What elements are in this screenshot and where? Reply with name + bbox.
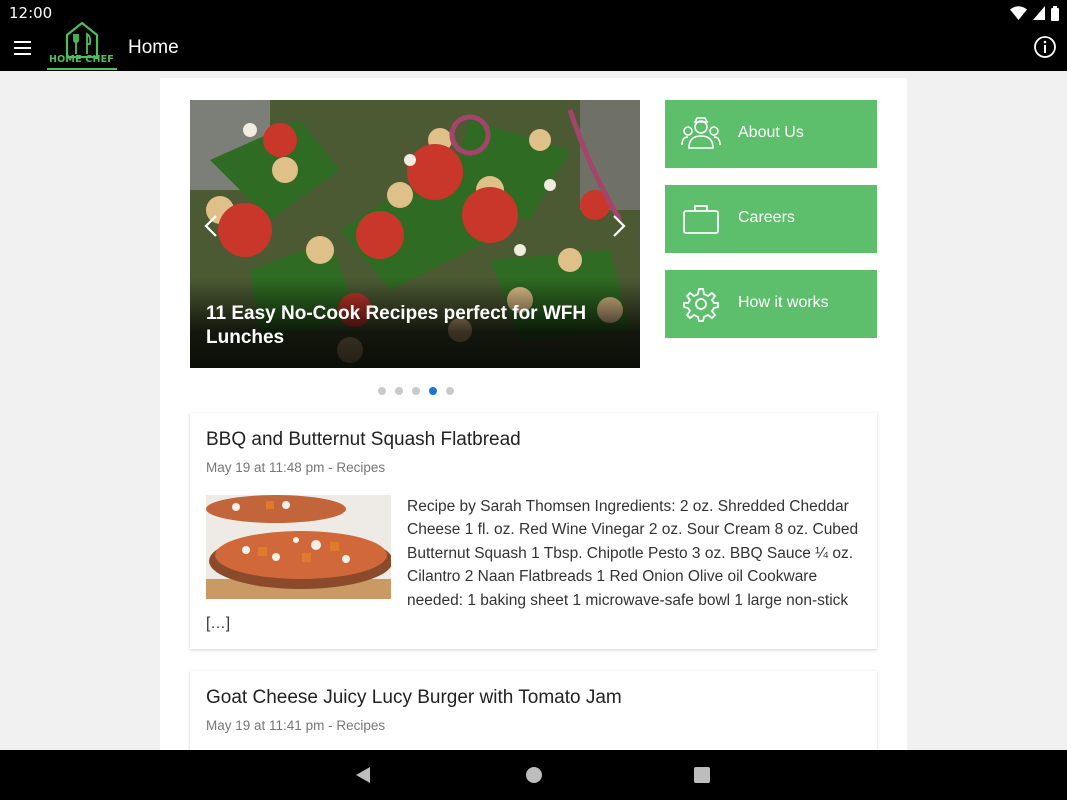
post-meta: May 19 at 11:48 pm - Recipes bbox=[206, 460, 386, 475]
carousel-dot[interactable] bbox=[395, 387, 403, 395]
careers-label: Careers bbox=[738, 209, 795, 226]
app-bar: HOME CHEF Home bbox=[0, 21, 1067, 71]
post-title[interactable]: BBQ and Butternut Squash Flatbread bbox=[206, 429, 521, 451]
carousel-next-button[interactable] bbox=[604, 206, 634, 246]
home-icon[interactable] bbox=[524, 766, 544, 784]
careers-button[interactable]: Careers bbox=[665, 185, 877, 253]
post-card[interactable]: BBQ and Butternut Squash Flatbread May 1… bbox=[190, 413, 877, 649]
chevron-right-icon bbox=[613, 215, 626, 237]
carousel-prev-button[interactable] bbox=[196, 206, 226, 246]
menu-icon[interactable] bbox=[12, 39, 34, 57]
logo-text: HOME CHEF bbox=[49, 54, 114, 65]
main-content: 11 Easy No-Cook Recipes perfect for WFH … bbox=[160, 78, 907, 750]
post-meta: May 19 at 11:41 pm - Recipes bbox=[206, 718, 386, 733]
featured-carousel[interactable]: 11 Easy No-Cook Recipes perfect for WFH … bbox=[190, 100, 640, 368]
carousel-indicator bbox=[378, 387, 454, 395]
back-icon[interactable] bbox=[354, 766, 374, 784]
info-icon[interactable] bbox=[1033, 35, 1057, 59]
recents-icon[interactable] bbox=[692, 766, 712, 784]
wifi-icon bbox=[1010, 6, 1027, 20]
system-navigation-bar bbox=[0, 750, 1067, 800]
how-it-works-label: How it works bbox=[738, 294, 829, 311]
gear-icon bbox=[683, 288, 719, 322]
thumbnail-spacer bbox=[206, 495, 407, 612]
post-excerpt-container: Recipe by Sarah Thomsen Ingredients: 2 o… bbox=[206, 495, 866, 635]
status-time: 12:00 bbox=[9, 4, 53, 22]
post-card[interactable]: Goat Cheese Juicy Lucy Burger with Tomat… bbox=[190, 671, 877, 750]
people-icon bbox=[681, 117, 721, 149]
carousel-caption[interactable]: 11 Easy No-Cook Recipes perfect for WFH … bbox=[206, 302, 626, 350]
signal-icon bbox=[1033, 6, 1045, 20]
battery-icon bbox=[1051, 5, 1059, 21]
carousel-dot-active[interactable] bbox=[429, 387, 437, 395]
chevron-left-icon bbox=[204, 215, 217, 237]
about-us-button[interactable]: About Us bbox=[665, 100, 877, 168]
post-title[interactable]: Goat Cheese Juicy Lucy Burger with Tomat… bbox=[206, 687, 622, 709]
page-title: Home bbox=[128, 37, 179, 58]
status-bar: 12:00 bbox=[0, 0, 1067, 26]
carousel-dot[interactable] bbox=[412, 387, 420, 395]
about-us-label: About Us bbox=[738, 124, 804, 141]
how-it-works-button[interactable]: How it works bbox=[665, 270, 877, 338]
carousel-dot[interactable] bbox=[446, 387, 454, 395]
briefcase-icon bbox=[683, 205, 719, 234]
status-icons bbox=[1010, 5, 1059, 21]
home-chef-logo: HOME CHEF bbox=[47, 20, 117, 70]
carousel-dot[interactable] bbox=[378, 387, 386, 395]
logo-underline bbox=[47, 68, 117, 70]
